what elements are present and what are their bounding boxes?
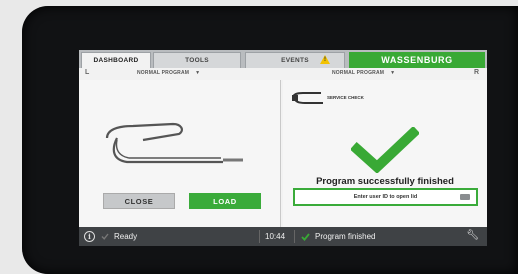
- touch-screen: DASHBOARD TOOLS EVENTS ! WASSENBURG L NO…: [79, 50, 487, 246]
- chevron-down-icon: ▼: [195, 70, 201, 76]
- right-program-select[interactable]: NORMAL PROGRAM ▼: [332, 70, 395, 76]
- tab-dashboard[interactable]: DASHBOARD: [81, 52, 151, 68]
- chevron-down-icon: ▼: [390, 70, 396, 76]
- left-side-label: L: [85, 69, 90, 76]
- divider: [294, 230, 295, 243]
- left-program-label: NORMAL PROGRAM: [137, 70, 190, 76]
- left-program-select[interactable]: NORMAL PROGRAM ▼: [137, 70, 200, 76]
- tab-bar: DASHBOARD TOOLS EVENTS ! WASSENBURG: [79, 50, 487, 68]
- tab-events[interactable]: EVENTS !: [245, 52, 345, 68]
- keyboard-icon: [460, 194, 470, 200]
- close-button[interactable]: CLOSE: [103, 193, 175, 209]
- load-button[interactable]: LOAD: [189, 193, 261, 209]
- check-icon: [101, 233, 109, 240]
- service-check-label: SERVICE CHECK: [327, 95, 364, 100]
- right-side-label: R: [473, 69, 479, 76]
- left-status: Ready: [101, 232, 137, 241]
- endoscope-illustration: [105, 122, 243, 164]
- endoscope-icon: [292, 92, 323, 104]
- right-status: Program finished: [301, 232, 375, 241]
- brand-logo: WASSENBURG: [349, 52, 485, 68]
- wrench-icon[interactable]: 🔧︎: [466, 230, 479, 241]
- tab-events-label: EVENTS: [281, 57, 309, 64]
- status-bar: i Ready 10:44 Program finished 🔧︎: [79, 227, 487, 246]
- status-message: Program successfully finished: [316, 176, 454, 187]
- left-program-header: L NORMAL PROGRAM ▼: [79, 69, 280, 80]
- success-check-icon: [351, 127, 419, 173]
- clock: 10:44: [265, 232, 286, 241]
- left-chamber-panel: CLOSE LOAD: [79, 80, 281, 227]
- right-program-header: NORMAL PROGRAM ▼ R: [284, 69, 487, 80]
- user-id-prompt: Enter user ID to open lid: [353, 194, 418, 200]
- check-icon: [301, 232, 310, 241]
- right-status-text: Program finished: [315, 232, 376, 241]
- left-status-text: Ready: [114, 232, 138, 241]
- warning-triangle-icon: !: [320, 55, 330, 64]
- divider: [259, 230, 260, 243]
- info-icon[interactable]: i: [84, 231, 95, 242]
- right-chamber-panel: SERVICE CHECK Program successfully finis…: [283, 80, 487, 227]
- tab-tools[interactable]: TOOLS: [153, 52, 241, 68]
- right-program-label: NORMAL PROGRAM: [332, 70, 385, 76]
- user-id-field[interactable]: Enter user ID to open lid: [293, 188, 478, 206]
